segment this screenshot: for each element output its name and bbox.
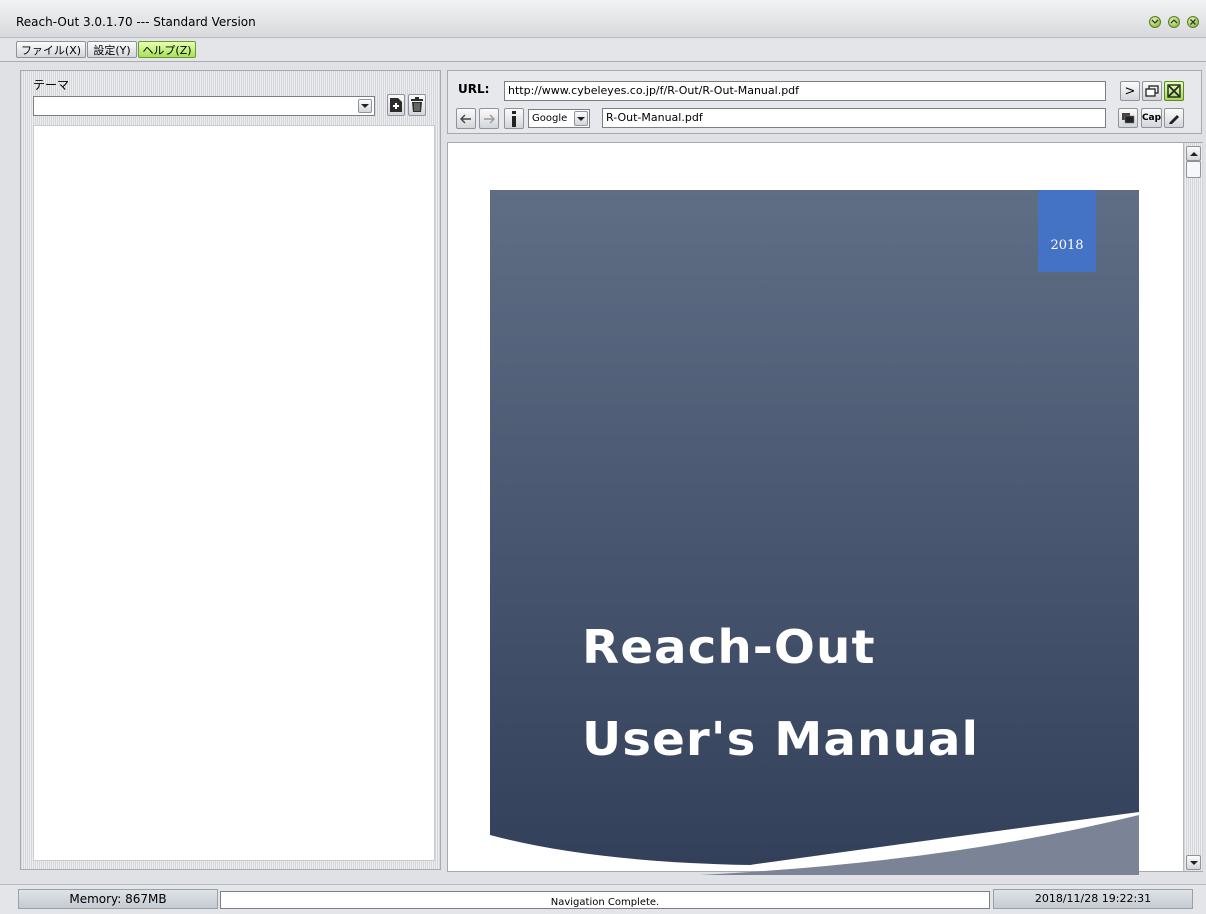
theme-dropdown-button[interactable] — [358, 99, 372, 113]
new-window-icon — [1145, 85, 1159, 97]
url-input[interactable]: http://www.cybeleyes.co.jp/f/R-Out/R-Out… — [504, 81, 1106, 101]
scroll-thumb[interactable] — [1186, 161, 1201, 178]
memory-text: Memory: 867MB — [69, 892, 167, 906]
search-engine-dropdown[interactable] — [574, 111, 588, 126]
cover-title-line2: User's Manual — [582, 712, 980, 766]
cover-background — [490, 190, 1139, 875]
cover-year: 2018 — [1050, 238, 1084, 253]
info-button[interactable] — [504, 108, 524, 129]
back-button[interactable] — [456, 108, 476, 129]
menu-settings[interactable]: 設定(Y) — [87, 41, 137, 58]
theme-list[interactable] — [33, 125, 435, 861]
navigation-status: Navigation Complete. — [220, 891, 990, 909]
window-title: Reach-Out 3.0.1.70 --- Standard Version — [16, 15, 256, 29]
navigation-status-text: Navigation Complete. — [550, 897, 660, 908]
minimize-icon — [1151, 19, 1159, 24]
copy-button[interactable] — [1118, 108, 1138, 128]
menu-help[interactable]: ヘルプ(Z) — [138, 41, 196, 58]
copy-icon — [1122, 113, 1135, 124]
scroll-down-icon — [1189, 860, 1198, 865]
document-viewer[interactable]: 2018 Reach-Out User's Manual — [447, 142, 1203, 875]
forward-arrow-icon — [484, 114, 495, 123]
pen-icon — [1169, 115, 1179, 124]
browser-toolbar: URL: http://www.cybeleyes.co.jp/f/R-Out/… — [447, 70, 1202, 134]
dropdown-arrow-icon — [577, 116, 585, 121]
datetime-status: 2018/11/28 19:22:31 — [993, 889, 1193, 909]
trash-icon — [411, 97, 423, 112]
sidebar-panel: テーマ — [20, 70, 441, 870]
page-title-input[interactable]: R-Out-Manual.pdf — [602, 108, 1106, 128]
restore-icon — [1170, 19, 1178, 24]
vertical-scrollbar[interactable] — [1183, 143, 1203, 871]
year-tab — [1038, 190, 1096, 272]
theme-label: テーマ — [33, 78, 70, 92]
close-button[interactable] — [1187, 16, 1199, 28]
pen-button[interactable] — [1164, 108, 1184, 128]
title-bar: Reach-Out 3.0.1.70 --- Standard Version — [0, 0, 1206, 38]
dropdown-arrow-icon — [361, 104, 369, 108]
close-tab-button[interactable] — [1164, 81, 1184, 101]
menu-file[interactable]: ファイル(X) — [16, 41, 86, 58]
datetime-text: 2018/11/28 19:22:31 — [1034, 892, 1152, 905]
add-theme-icon — [390, 98, 402, 112]
info-icon — [512, 110, 516, 127]
capture-button[interactable]: Cap — [1141, 108, 1162, 128]
close-tab-icon — [1167, 84, 1181, 98]
scroll-up-button[interactable] — [1186, 146, 1201, 161]
search-engine-select[interactable]: Google — [528, 109, 590, 128]
search-engine-value: Google — [532, 113, 568, 124]
delete-theme-button[interactable] — [408, 94, 426, 116]
menu-bar: ファイル(X) 設定(Y) ヘルプ(Z) — [0, 39, 1206, 62]
close-icon — [1190, 19, 1196, 25]
add-theme-button[interactable] — [387, 94, 405, 116]
go-button[interactable]: > — [1120, 81, 1140, 101]
url-label: URL: — [458, 82, 490, 96]
manual-cover-slide: 2018 Reach-Out User's Manual — [490, 190, 1139, 875]
memory-status: Memory: 867MB — [18, 889, 218, 909]
restore-button[interactable] — [1168, 16, 1180, 28]
scroll-up-icon — [1189, 151, 1198, 156]
forward-button[interactable] — [479, 108, 499, 129]
theme-select[interactable] — [33, 96, 375, 116]
new-window-button[interactable] — [1142, 81, 1162, 101]
cover-title-line1: Reach-Out — [582, 620, 876, 674]
status-bar: Memory: 867MB Navigation Complete. 2018/… — [0, 884, 1206, 914]
scroll-down-button[interactable] — [1186, 855, 1201, 870]
back-arrow-icon — [460, 114, 471, 123]
minimize-button[interactable] — [1149, 16, 1161, 28]
